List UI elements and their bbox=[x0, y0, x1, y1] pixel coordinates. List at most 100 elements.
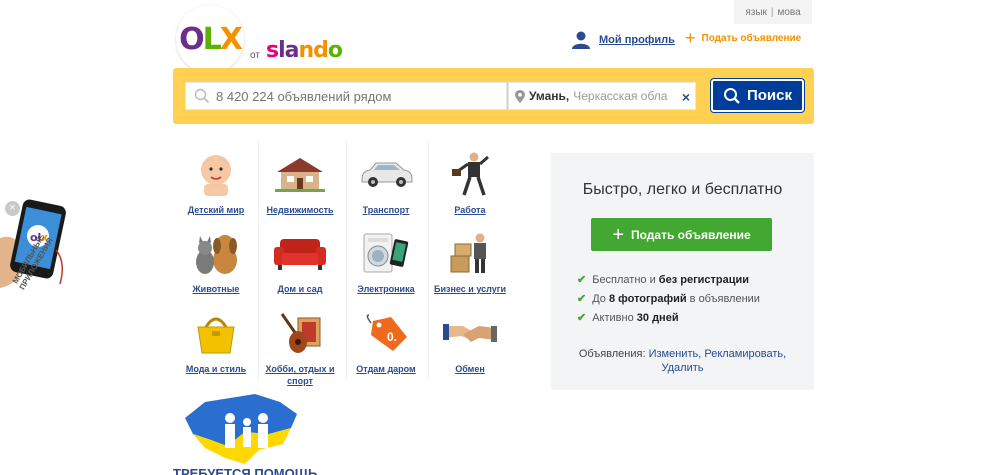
check-icon: ✔ bbox=[577, 274, 587, 286]
category-electronics[interactable]: Электроника bbox=[346, 227, 426, 295]
category-label: Детский мир bbox=[187, 205, 245, 215]
category-label: Транспорт bbox=[362, 205, 410, 215]
promo-post-ad-button[interactable]: + Подать объявление bbox=[591, 218, 772, 251]
post-ad-promo-box: Быстро, легко и бесплатно + Подать объяв… bbox=[551, 153, 814, 390]
feature-post: в объявлении bbox=[686, 292, 760, 305]
category-label: Бизнес и услуги bbox=[433, 284, 506, 294]
sofa-icon bbox=[270, 227, 330, 279]
price-tag-icon: 0. bbox=[356, 307, 416, 359]
logo-ot-text: от bbox=[250, 50, 260, 61]
promo-post-ad-label: Подать объявление bbox=[631, 227, 751, 242]
lang-ru-link[interactable]: язык bbox=[745, 7, 767, 18]
category-label: Работа bbox=[454, 205, 486, 215]
post-ad-label: Подать объявление bbox=[701, 32, 802, 44]
feature-bold: 30 дней bbox=[636, 311, 679, 324]
businessman-icon bbox=[440, 148, 500, 200]
category-home-garden[interactable]: Дом и сад bbox=[260, 227, 340, 295]
feature-pre: Активно bbox=[592, 311, 637, 324]
help-banner[interactable] bbox=[175, 388, 305, 475]
check-icon: ✔ bbox=[577, 312, 587, 324]
lang-separator: | bbox=[770, 6, 774, 18]
category-transport[interactable]: Транспорт bbox=[346, 148, 426, 216]
category-exchange[interactable]: Обмен bbox=[430, 307, 510, 375]
feature-text: До 8 фотографий в объявлении bbox=[592, 293, 760, 305]
promo-feature: ✔ До 8 фотографий в объявлении bbox=[577, 292, 760, 306]
ad-management-links: Объявления: Изменить, Рекламировать, Уда… bbox=[551, 347, 814, 375]
search-input[interactable] bbox=[216, 88, 496, 104]
handshake-icon bbox=[440, 307, 500, 359]
olx-logo[interactable]: OLX bbox=[176, 5, 244, 73]
category-label: Обмен bbox=[455, 364, 485, 374]
house-icon bbox=[270, 148, 330, 200]
search-button[interactable]: Поиск bbox=[711, 79, 804, 112]
svg-text:0.: 0. bbox=[387, 330, 397, 344]
category-jobs[interactable]: Работа bbox=[430, 148, 510, 216]
category-business-services[interactable]: Бизнес и услуги bbox=[430, 227, 510, 295]
category-fashion[interactable]: Мода и стиль bbox=[176, 307, 256, 375]
logo-wordmark: OLX bbox=[179, 21, 243, 57]
promote-ad-link[interactable]: Рекламировать, bbox=[704, 348, 786, 360]
ukraine-map-icon bbox=[185, 394, 297, 464]
category-real-estate[interactable]: Недвижимость bbox=[260, 148, 340, 216]
slando-part-4: o bbox=[327, 38, 343, 63]
search-field[interactable] bbox=[185, 82, 507, 110]
feature-text: Бесплатно и без регистрации bbox=[592, 274, 749, 286]
category-label: Мода и стиль bbox=[185, 364, 247, 374]
clear-location-icon[interactable]: × bbox=[679, 89, 690, 105]
pets-icon bbox=[186, 227, 246, 279]
slando-logo: slando bbox=[266, 38, 343, 63]
search-button-icon bbox=[723, 87, 740, 104]
mobile-apps-widget[interactable]: ol x × МОБИЛЬНЫЕ ПРИЛОЖЕНИЯ bbox=[0, 198, 78, 338]
search-icon bbox=[194, 88, 210, 104]
category-label: Животные bbox=[192, 284, 240, 294]
category-kids[interactable]: Детский мир bbox=[176, 148, 256, 216]
category-label: Недвижимость bbox=[266, 205, 334, 215]
close-mobile-apps-icon[interactable]: × bbox=[5, 201, 20, 216]
slando-part-3: nd bbox=[298, 38, 329, 63]
feature-bold: без регистрации bbox=[658, 273, 750, 286]
category-giveaway[interactable]: 0. Отдам даром bbox=[346, 307, 426, 375]
slando-part-2: la bbox=[278, 38, 299, 63]
search-bar: Умань, Черкасская обла × Поиск bbox=[173, 68, 814, 124]
feature-bold: 8 фотографий bbox=[608, 292, 687, 305]
car-icon bbox=[356, 148, 416, 200]
feature-text: Активно 30 дней bbox=[592, 312, 678, 324]
category-label: Электроника bbox=[357, 284, 415, 294]
feature-pre: До bbox=[592, 292, 609, 305]
my-profile-link[interactable]: Мой профиль bbox=[571, 31, 675, 49]
logo-letter-x: X bbox=[219, 21, 243, 57]
logo-letter-o: O bbox=[179, 21, 204, 57]
location-field[interactable]: Умань, Черкасская обла × bbox=[508, 82, 696, 110]
help-banner-title[interactable]: ТРЕБУЕТСЯ ПОМОЩЬ bbox=[173, 466, 317, 475]
feature-pre: Бесплатно и bbox=[592, 273, 659, 286]
post-ad-link[interactable]: + Подать объявление bbox=[685, 28, 802, 48]
plus-icon: + bbox=[612, 223, 624, 246]
delivery-icon bbox=[440, 227, 500, 279]
location-city: Умань, bbox=[529, 89, 570, 103]
promo-feature: ✔ Активно 30 дней bbox=[577, 311, 679, 325]
promo-title: Быстро, легко и бесплатно bbox=[582, 181, 783, 198]
handbag-icon bbox=[186, 307, 246, 359]
category-label: Дом и сад bbox=[277, 284, 323, 294]
links-prefix: Объявления: bbox=[578, 348, 646, 360]
my-profile-label: Мой профиль bbox=[599, 34, 675, 46]
category-divider bbox=[428, 140, 429, 380]
user-icon bbox=[572, 31, 590, 49]
location-pin-icon bbox=[515, 89, 525, 103]
lang-ua-link[interactable]: мова bbox=[777, 7, 800, 18]
slando-part-1: s bbox=[266, 38, 279, 63]
logo-letter-l: L bbox=[202, 21, 222, 57]
baby-icon bbox=[186, 148, 246, 200]
language-switcher: язык | мова bbox=[734, 0, 812, 24]
category-label: Отдам даром bbox=[356, 364, 416, 374]
plus-icon: + bbox=[685, 28, 696, 48]
category-label: Хобби, отдых и спорт bbox=[265, 364, 335, 386]
category-hobby[interactable]: Хобби, отдых и спорт bbox=[260, 307, 340, 387]
guitar-icon bbox=[270, 307, 330, 359]
location-region: Черкасская обла bbox=[573, 89, 668, 103]
delete-ad-link[interactable]: Удалить bbox=[662, 362, 704, 374]
search-button-label: Поиск bbox=[746, 87, 792, 104]
category-animals[interactable]: Животные bbox=[176, 227, 256, 295]
electronics-icon bbox=[356, 227, 416, 279]
edit-ad-link[interactable]: Изменить, bbox=[649, 348, 702, 360]
